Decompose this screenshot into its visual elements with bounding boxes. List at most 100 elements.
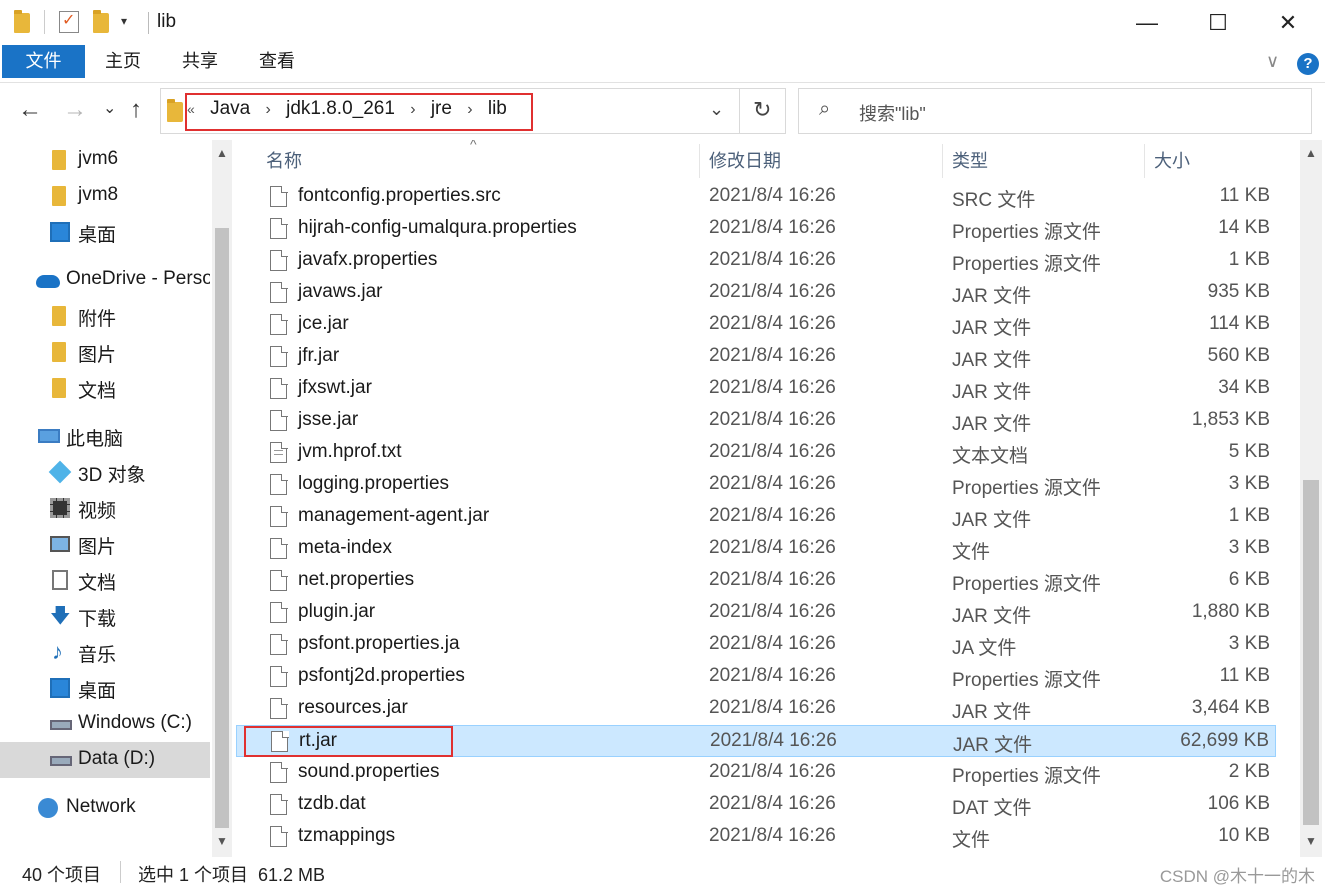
file-row[interactable]: resources.jar 2021/8/4 16:26 JAR 文件 3,464 K… xyxy=(236,693,1276,725)
sidebar-item-network[interactable]: Network xyxy=(0,790,210,826)
sidebar-item-drive-d[interactable]: Data (D:) xyxy=(0,742,210,778)
new-folder-icon[interactable] xyxy=(93,10,109,33)
file-row[interactable]: psfontj2d.properties 2021/8/4 16:26 Proper… xyxy=(236,661,1276,693)
search-input[interactable]: 搜索"lib" xyxy=(859,100,926,126)
file-row[interactable]: tzdb.dat 2021/8/4 16:26 DAT 文件 106 KB xyxy=(236,789,1276,821)
refresh-button[interactable]: ↻ xyxy=(753,97,771,123)
scroll-up-icon[interactable]: ▲ xyxy=(1302,146,1320,160)
quick-access-dropdown-icon[interactable]: ▾ xyxy=(121,14,127,28)
column-divider[interactable] xyxy=(699,144,700,178)
sidebar-item-pc-desktop[interactable]: 桌面 xyxy=(0,670,210,706)
tab-share[interactable]: 共享 xyxy=(172,45,228,78)
folder-icon xyxy=(52,378,66,398)
close-button[interactable]: ✕ xyxy=(1253,0,1323,45)
file-type: 文本文档 xyxy=(952,446,1029,467)
file-row[interactable]: logging.properties 2021/8/4 16:26 Properti… xyxy=(236,469,1276,501)
drive-icon xyxy=(50,720,72,730)
column-header-type[interactable]: 类型 xyxy=(952,140,1142,182)
sidebar-item-label: jvm6 xyxy=(78,148,119,169)
sidebar-item-desktop[interactable]: 桌面 xyxy=(0,214,210,250)
sidebar-item-label: 桌面 xyxy=(78,681,117,702)
file-name: tzdb.dat xyxy=(298,793,366,814)
file-type: JAR 文件 xyxy=(952,286,1032,307)
tab-home[interactable]: 主页 xyxy=(95,45,151,78)
column-header-name[interactable]: 名称 xyxy=(266,140,696,182)
column-divider[interactable] xyxy=(1144,144,1145,178)
file-row[interactable]: fontconfig.properties.src 2021/8/4 16:26 S… xyxy=(236,181,1276,213)
address-bar[interactable]: « Java › jdk1.8.0_261 › jre › lib ⌄ ↻ xyxy=(160,88,786,134)
title-bar: ✓ ▾ lib — ☐ ✕ xyxy=(0,0,1325,45)
sidebar-item-label: Data (D:) xyxy=(78,748,156,769)
sidebar-scrollbar[interactable]: ▲ ▼ xyxy=(212,140,232,857)
file-row[interactable]: net.properties 2021/8/4 16:26 Properties 源… xyxy=(236,565,1276,597)
column-divider[interactable] xyxy=(942,144,943,178)
scrollbar-thumb[interactable] xyxy=(1303,480,1319,825)
file-row[interactable]: jfxswt.jar 2021/8/4 16:26 JAR 文件 34 KB xyxy=(236,373,1276,405)
sidebar-item-3d-objects[interactable]: 3D 对象 xyxy=(0,454,210,490)
highlight-box xyxy=(185,93,533,131)
file-row[interactable]: hijrah-config-umalqura.properties 2021/8/… xyxy=(236,213,1276,245)
sidebar-item-onedrive[interactable]: OneDrive - Perso xyxy=(0,262,210,298)
tab-view[interactable]: 查看 xyxy=(249,45,305,78)
sidebar-item-onedrive-documents[interactable]: 文档 xyxy=(0,370,210,406)
download-icon: 🡇 xyxy=(50,605,71,627)
scroll-up-icon[interactable]: ▲ xyxy=(213,146,231,160)
file-size: 11 KB xyxy=(1219,665,1270,686)
sidebar-item-videos[interactable]: 视频 xyxy=(0,490,210,526)
sidebar-item-attachments[interactable]: 附件 xyxy=(0,298,210,334)
file-row[interactable]: plugin.jar 2021/8/4 16:26 JAR 文件 1,880 KB xyxy=(236,597,1276,629)
ribbon-expand-icon[interactable]: ∨ xyxy=(1266,51,1279,72)
scroll-down-icon[interactable]: ▼ xyxy=(1302,834,1320,848)
sidebar-item-documents[interactable]: 文档 xyxy=(0,562,210,598)
sidebar-item-onedrive-pictures[interactable]: 图片 xyxy=(0,334,210,370)
sidebar-item-this-pc[interactable]: 此电脑 xyxy=(0,418,210,454)
file-size: 5 KB xyxy=(1228,441,1270,462)
sidebar-item-pictures[interactable]: 图片 xyxy=(0,526,210,562)
back-button[interactable]: ← xyxy=(18,96,42,124)
sidebar-item-music[interactable]: ♪ 音乐 xyxy=(0,634,210,670)
file-row[interactable]: javaws.jar 2021/8/4 16:26 JAR 文件 935 KB xyxy=(236,277,1276,309)
file-row[interactable]: jfr.jar 2021/8/4 16:26 JAR 文件 560 KB xyxy=(236,341,1276,373)
folder-icon xyxy=(52,150,66,170)
sidebar-item-jvm6[interactable]: jvm6 xyxy=(0,142,210,178)
file-icon xyxy=(270,825,288,847)
recent-locations-icon[interactable]: ⌄ xyxy=(103,98,116,118)
file-date: 2021/8/4 16:26 xyxy=(709,793,836,814)
file-row[interactable]: jvm.hprof.txt 2021/8/4 16:26 文本文档 5 KB xyxy=(236,437,1276,469)
file-row[interactable]: management-agent.jar 2021/8/4 16:26 JAR 文件… xyxy=(236,501,1276,533)
forward-button[interactable]: → xyxy=(63,96,87,124)
properties-icon[interactable]: ✓ xyxy=(59,11,79,33)
column-header-size[interactable]: 大小 xyxy=(1154,140,1274,182)
tab-file[interactable]: 文件 xyxy=(2,45,85,78)
maximize-button[interactable]: ☐ xyxy=(1183,0,1253,45)
file-type: JAR 文件 xyxy=(952,350,1032,371)
file-date: 2021/8/4 16:26 xyxy=(710,730,837,751)
help-icon[interactable]: ? xyxy=(1297,53,1319,75)
file-size: 62,699 KB xyxy=(1180,730,1269,751)
file-name: jce.jar xyxy=(298,313,349,334)
file-row[interactable]: javafx.properties 2021/8/4 16:26 Propertie… xyxy=(236,245,1276,277)
file-row[interactable]: sound.properties 2021/8/4 16:26 Properties… xyxy=(236,757,1276,789)
file-list-scrollbar[interactable]: ▲ ▼ xyxy=(1300,140,1322,857)
file-row[interactable]: psfont.properties.ja 2021/8/4 16:26 JA 文件 3… xyxy=(236,629,1276,661)
file-icon xyxy=(270,761,288,783)
sidebar-item-downloads[interactable]: 🡇 下载 xyxy=(0,598,210,634)
column-header-date[interactable]: 修改日期 xyxy=(709,140,939,182)
sidebar-item-jvm8[interactable]: jvm8 xyxy=(0,178,210,214)
file-row[interactable]: tzmappings 2021/8/4 16:26 文件 10 KB xyxy=(236,821,1276,853)
file-icon xyxy=(270,633,288,655)
file-row[interactable]: jce.jar 2021/8/4 16:26 JAR 文件 114 KB xyxy=(236,309,1276,341)
scroll-down-icon[interactable]: ▼ xyxy=(213,834,231,848)
sidebar-item-label: 图片 xyxy=(78,537,117,558)
file-name: logging.properties xyxy=(298,473,450,494)
up-button[interactable]: ↑ xyxy=(130,96,142,124)
minimize-button[interactable]: — xyxy=(1112,0,1182,45)
selection-info: 选中 1 个项目 61.2 MB xyxy=(138,865,326,885)
search-icon: ⌕ xyxy=(819,98,831,120)
file-row[interactable]: meta-index 2021/8/4 16:26 文件 3 KB xyxy=(236,533,1276,565)
file-row[interactable]: jsse.jar 2021/8/4 16:26 JAR 文件 1,853 KB xyxy=(236,405,1276,437)
address-dropdown-icon[interactable]: ⌄ xyxy=(709,99,724,120)
search-box[interactable]: ⌕ 搜索"lib" xyxy=(798,88,1312,134)
sidebar-item-drive-c[interactable]: Windows (C:) xyxy=(0,706,210,742)
scrollbar-thumb[interactable] xyxy=(215,228,229,828)
